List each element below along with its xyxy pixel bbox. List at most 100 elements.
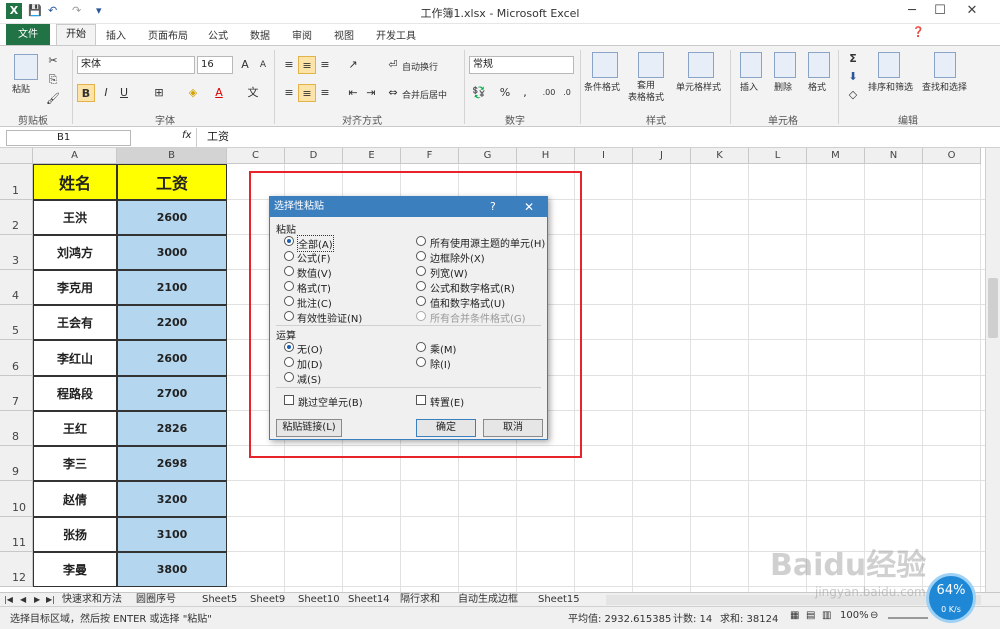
- operation-radio[interactable]: [284, 342, 294, 352]
- align-right-icon[interactable]: ≡: [316, 84, 334, 102]
- paste-option-radio[interactable]: [416, 251, 426, 261]
- cancel-button[interactable]: 取消: [483, 419, 543, 437]
- sort-filter-icon[interactable]: [878, 52, 900, 78]
- delete-cells-button[interactable]: 删除: [774, 80, 792, 93]
- column-header-k[interactable]: K: [691, 148, 749, 164]
- transpose-checkbox[interactable]: [416, 395, 426, 405]
- conditional-format-icon[interactable]: [592, 52, 618, 78]
- select-all-corner[interactable]: [0, 148, 33, 164]
- tab-review[interactable]: 审阅: [292, 27, 312, 42]
- find-select-icon[interactable]: [934, 52, 956, 78]
- phonetic-icon[interactable]: 文: [244, 84, 262, 102]
- name-cell[interactable]: 李三: [33, 446, 117, 481]
- name-cell[interactable]: 刘鸿方: [33, 235, 117, 270]
- paste-option-radio[interactable]: [284, 311, 294, 321]
- tab-page-layout[interactable]: 页面布局: [148, 27, 188, 42]
- column-header-j[interactable]: J: [633, 148, 691, 164]
- sheet-tab[interactable]: Sheet10: [298, 593, 340, 607]
- row-header-6[interactable]: 6: [0, 340, 33, 376]
- column-header-g[interactable]: G: [459, 148, 517, 164]
- name-cell[interactable]: 程路段: [33, 376, 117, 411]
- tab-data[interactable]: 数据: [250, 27, 270, 42]
- insert-cells-button[interactable]: 插入: [740, 80, 758, 93]
- tab-file[interactable]: 文件: [6, 24, 50, 45]
- zoom-out-icon[interactable]: ⊖: [870, 610, 878, 621]
- name-cell[interactable]: 王洪: [33, 200, 117, 235]
- clear-icon[interactable]: ◇: [844, 86, 862, 104]
- row-header-5[interactable]: 5: [0, 305, 33, 340]
- column-header-b[interactable]: B: [117, 148, 227, 164]
- fx-icon[interactable]: fx: [182, 130, 191, 141]
- sheet-tab[interactable]: Sheet15: [538, 593, 580, 607]
- fill-icon[interactable]: ⬇: [844, 68, 862, 86]
- grow-font-icon[interactable]: A: [236, 56, 254, 74]
- sheet-nav-prev-icon[interactable]: ◀: [20, 593, 26, 607]
- tab-home[interactable]: 开始: [56, 24, 96, 46]
- page-layout-view-icon[interactable]: ▤: [806, 610, 815, 621]
- normal-view-icon[interactable]: ▦: [790, 610, 799, 621]
- font-size-select[interactable]: 16: [197, 56, 233, 74]
- format-as-table-icon[interactable]: [638, 52, 664, 78]
- column-header-o[interactable]: O: [923, 148, 981, 164]
- row-header-3[interactable]: 3: [0, 235, 33, 270]
- row-header-1[interactable]: 1: [0, 164, 33, 200]
- sheet-nav-last-icon[interactable]: ▶|: [46, 593, 55, 607]
- column-header-l[interactable]: L: [749, 148, 807, 164]
- name-cell[interactable]: 赵倩: [33, 481, 117, 517]
- column-header-c[interactable]: C: [227, 148, 285, 164]
- row-header-8[interactable]: 8: [0, 411, 33, 446]
- salary-cell[interactable]: 2698: [117, 446, 227, 481]
- format-cells-button[interactable]: 格式: [808, 80, 826, 93]
- decrease-indent-icon[interactable]: ⇤: [344, 84, 362, 102]
- salary-cell[interactable]: 3800: [117, 552, 227, 587]
- sheet-tab[interactable]: 快速求和方法: [62, 593, 122, 607]
- merge-center-button[interactable]: 合并后居中: [402, 88, 447, 101]
- sheet-nav-next-icon[interactable]: ▶: [34, 593, 40, 607]
- paste-option-radio[interactable]: [416, 311, 426, 321]
- column-header-d[interactable]: D: [285, 148, 343, 164]
- sheet-tab[interactable]: Sheet9: [250, 593, 285, 607]
- font-color-icon[interactable]: A: [210, 84, 228, 102]
- salary-cell[interactable]: 2200: [117, 305, 227, 340]
- paste-option-radio[interactable]: [284, 236, 294, 246]
- name-box[interactable]: B1: [6, 130, 131, 146]
- zoom-slider[interactable]: [888, 617, 928, 619]
- help-button[interactable]: ?: [490, 200, 496, 213]
- paste-option-radio[interactable]: [416, 266, 426, 276]
- formula-input[interactable]: 工资: [196, 128, 996, 147]
- column-header-a[interactable]: A: [33, 148, 117, 164]
- name-cell[interactable]: 李克用: [33, 270, 117, 305]
- sheet-tab[interactable]: Sheet14: [348, 593, 390, 607]
- dialog-close-button[interactable]: ✕: [524, 200, 534, 214]
- format-as-table-button[interactable]: 套用 表格格式: [628, 80, 664, 104]
- ok-button[interactable]: 确定: [416, 419, 476, 437]
- borders-icon[interactable]: ⊞: [150, 84, 168, 102]
- delete-cells-icon[interactable]: [774, 52, 796, 78]
- name-header-cell[interactable]: 姓名: [33, 164, 117, 200]
- wrap-text-icon[interactable]: ⏎: [384, 56, 402, 74]
- find-select-button[interactable]: 查找和选择: [922, 80, 967, 93]
- paste-option-radio[interactable]: [284, 251, 294, 261]
- underline-button[interactable]: U: [115, 84, 133, 102]
- increase-decimal-icon[interactable]: .00: [540, 84, 558, 102]
- maximize-button[interactable]: ☐: [928, 3, 952, 19]
- sheet-nav-first-icon[interactable]: |◀: [4, 593, 13, 607]
- sheet-tab[interactable]: 圆圈序号: [136, 593, 176, 607]
- paste-icon[interactable]: [14, 54, 38, 80]
- salary-cell[interactable]: 2700: [117, 376, 227, 411]
- paste-button[interactable]: 粘贴: [12, 82, 30, 95]
- salary-cell[interactable]: 3200: [117, 481, 227, 517]
- align-bottom-icon[interactable]: ≡: [316, 56, 334, 74]
- conditional-format-button[interactable]: 条件格式: [584, 80, 620, 93]
- operation-radio[interactable]: [416, 342, 426, 352]
- align-center-icon[interactable]: ≡: [298, 84, 316, 102]
- row-header-9[interactable]: 9: [0, 446, 33, 481]
- paste-option-radio[interactable]: [284, 296, 294, 306]
- salary-cell[interactable]: 2826: [117, 411, 227, 446]
- salary-cell[interactable]: 2600: [117, 340, 227, 376]
- align-middle-icon[interactable]: ≡: [298, 56, 316, 74]
- format-cells-icon[interactable]: [808, 52, 830, 78]
- salary-cell[interactable]: 3100: [117, 517, 227, 552]
- italic-button[interactable]: I: [97, 84, 115, 102]
- salary-cell[interactable]: 2600: [117, 200, 227, 235]
